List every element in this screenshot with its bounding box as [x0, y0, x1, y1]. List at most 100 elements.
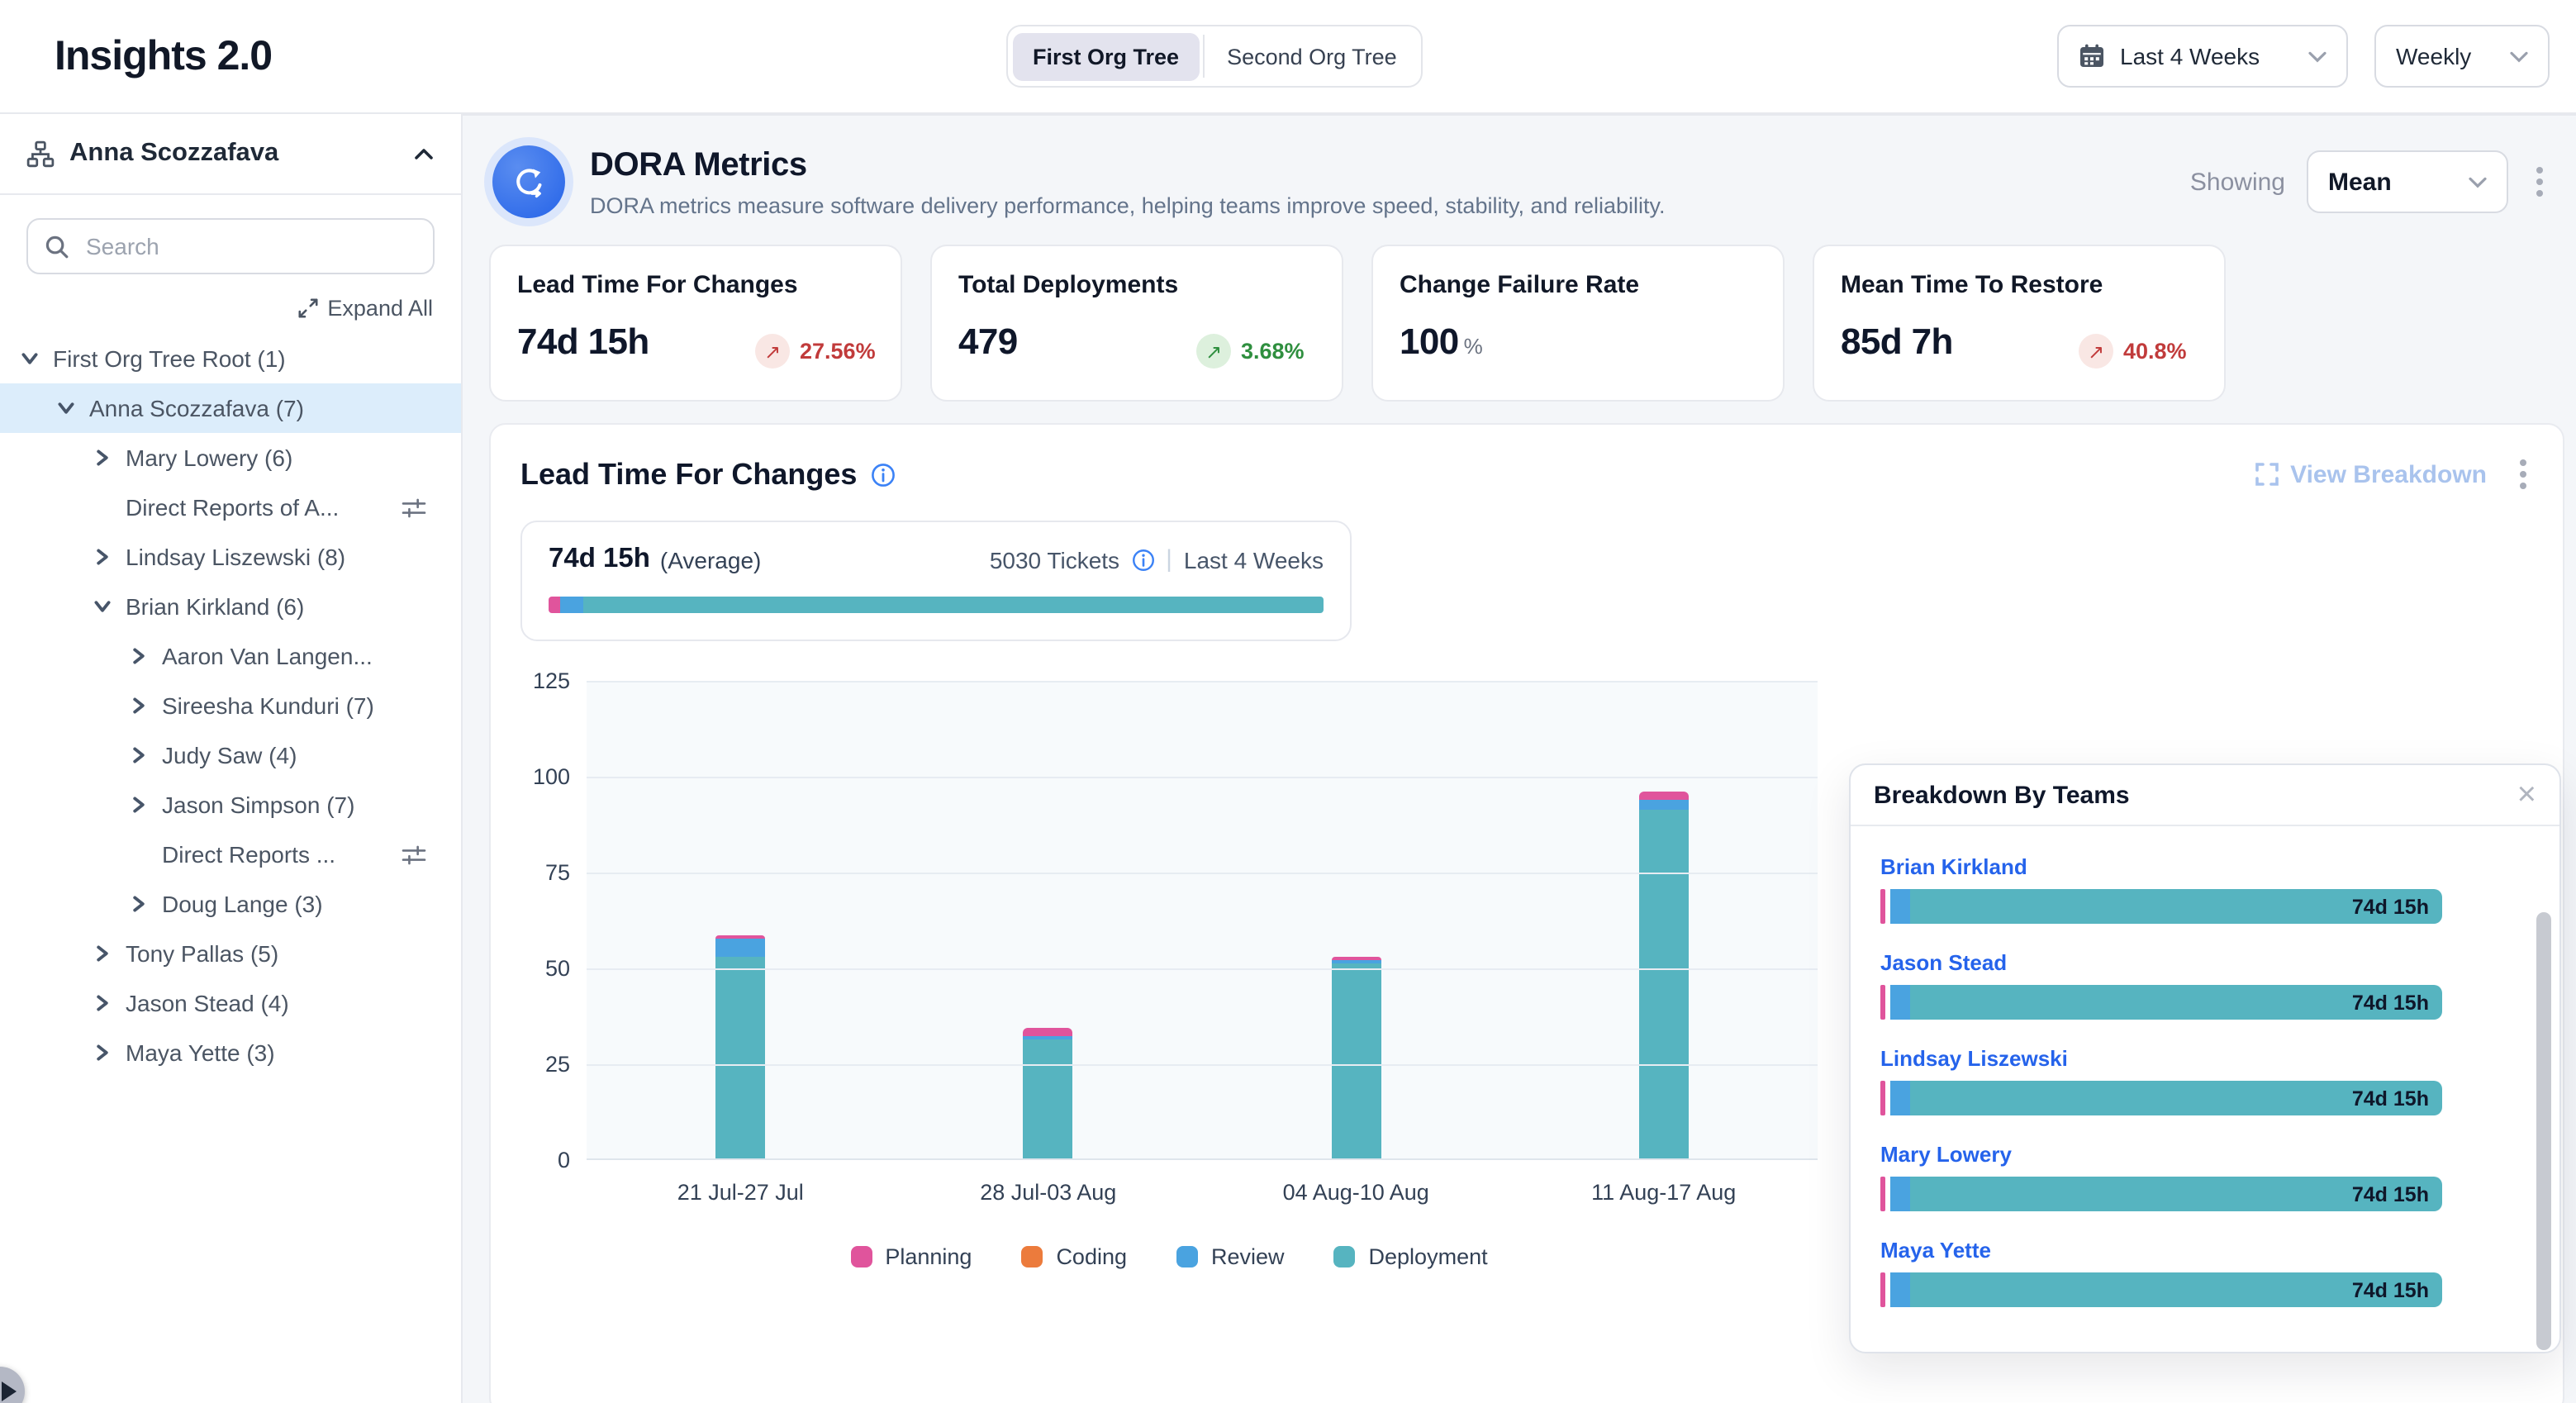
- toggle-second-org-tree[interactable]: Second Org Tree: [1207, 32, 1417, 80]
- tree-item[interactable]: Direct Reports of A...: [0, 483, 461, 532]
- sidebar-expand-handle[interactable]: [0, 1367, 25, 1403]
- y-tick-label: 100: [533, 764, 570, 789]
- chevron-right-icon[interactable]: [126, 692, 152, 719]
- team-value: 74d 15h: [2352, 991, 2429, 1014]
- team-value: 74d 15h: [2352, 1182, 2429, 1206]
- tickets-count: 5030 Tickets: [990, 546, 1119, 573]
- review-segment: [715, 939, 765, 957]
- filter-sliders-icon[interactable]: [402, 497, 426, 518]
- team-name-link[interactable]: Jason Stead: [1880, 950, 2530, 975]
- chevron-right-icon[interactable]: [89, 445, 116, 471]
- bar-1[interactable]: [587, 681, 895, 1158]
- deployment-segment: 74d 15h: [1910, 1177, 2442, 1211]
- legend-item: Coding: [1021, 1244, 1127, 1269]
- chevron-down-icon: [2308, 41, 2326, 71]
- tree-item[interactable]: Maya Yette (3): [0, 1028, 461, 1077]
- y-tick-label: 125: [533, 668, 570, 693]
- tree-item-label: Direct Reports of A...: [126, 494, 339, 521]
- chart-legend: Planning Coding Review Deployment: [520, 1244, 1818, 1269]
- chevron-right-icon[interactable]: [89, 940, 116, 967]
- chevron-right-icon[interactable]: [89, 990, 116, 1016]
- info-icon[interactable]: [1131, 548, 1154, 571]
- metric-cards: Lead Time For Changes 74d 15h ↗ 27.56% T…: [489, 245, 2550, 402]
- close-icon[interactable]: ×: [2517, 778, 2536, 811]
- team-name-link[interactable]: Maya Yette: [1880, 1238, 2530, 1263]
- tree-item[interactable]: Aaron Van Langen...: [0, 631, 461, 681]
- metric-title: Lead Time For Changes: [517, 271, 874, 299]
- date-range-select[interactable]: Last 4 Weeks: [2057, 25, 2348, 88]
- deployment-segment: [583, 597, 1324, 613]
- chevron-right-icon[interactable]: [126, 742, 152, 768]
- planning-segment: [1880, 985, 1885, 1020]
- tree-item[interactable]: Direct Reports ...: [0, 830, 461, 879]
- team-name-link[interactable]: Mary Lowery: [1880, 1142, 2530, 1167]
- granularity-select[interactable]: Weekly: [2374, 25, 2550, 88]
- tree-item-label: Aaron Van Langen...: [162, 643, 373, 669]
- chevron-down-icon: [2469, 167, 2487, 197]
- review-segment: [1639, 800, 1689, 810]
- chevron-right-icon[interactable]: [53, 395, 79, 421]
- bar-2[interactable]: [895, 681, 1203, 1158]
- legend-label: Deployment: [1369, 1244, 1488, 1269]
- y-tick-label: 25: [545, 1052, 570, 1077]
- showing-select[interactable]: Mean: [2307, 150, 2508, 213]
- tree-item-label: Judy Saw (4): [162, 742, 297, 768]
- bars-container: [587, 681, 1818, 1158]
- planning-segment: [1024, 1027, 1073, 1037]
- legend-label: Planning: [885, 1244, 972, 1269]
- top-right-controls: Last 4 Weeks Weekly: [2057, 25, 2550, 88]
- average-suffix: (Average): [660, 546, 761, 573]
- tree-item[interactable]: Judy Saw (4): [0, 730, 461, 780]
- legend-label: Review: [1211, 1244, 1285, 1269]
- tree-item[interactable]: Jason Simpson (7): [0, 780, 461, 830]
- tree-item[interactable]: Jason Stead (4): [0, 978, 461, 1028]
- toggle-first-org-tree[interactable]: First Org Tree: [1013, 32, 1199, 80]
- view-breakdown-button[interactable]: View Breakdown: [2255, 460, 2487, 488]
- tree-item[interactable]: Sireesha Kunduri (7): [0, 681, 461, 730]
- chevron-right-icon[interactable]: [89, 593, 116, 620]
- tree-item[interactable]: Doug Lange (3): [0, 879, 461, 929]
- search-input[interactable]: [83, 231, 416, 261]
- triangle-right-icon: [1, 1382, 16, 1401]
- chevron-right-icon[interactable]: [126, 643, 152, 669]
- tree-item[interactable]: Brian Kirkland (6): [0, 582, 461, 631]
- metric-card-mean-time-to-restore: Mean Time To Restore 85d 7h ↗ 40.8%: [1813, 245, 2226, 402]
- metric-title: Change Failure Rate: [1400, 271, 1756, 299]
- team-row: Lindsay Liszewski 74d 15h: [1880, 1046, 2530, 1115]
- deployment-segment: [1024, 1039, 1073, 1158]
- review-segment: [560, 597, 583, 613]
- team-lead-time-bar: 74d 15h: [1880, 889, 2442, 924]
- average-summary-box: 74d 15h (Average) 5030 Tickets | Last 4 …: [520, 521, 1352, 641]
- sidebar: Anna Scozzafava Expand All: [0, 114, 463, 1403]
- team-name-link[interactable]: Lindsay Liszewski: [1880, 1046, 2530, 1071]
- tree-item[interactable]: Anna Scozzafava (7): [0, 383, 461, 433]
- filter-sliders-icon[interactable]: [402, 844, 426, 865]
- y-tick-label: 0: [558, 1148, 570, 1172]
- scrollbar-thumb[interactable]: [2536, 912, 2551, 1350]
- team-name-link[interactable]: Brian Kirkland: [1880, 854, 2530, 879]
- tree-item[interactable]: Tony Pallas (5): [0, 929, 461, 978]
- tree-item[interactable]: Lindsay Liszewski (8): [0, 532, 461, 582]
- chevron-right-icon[interactable]: [89, 544, 116, 570]
- chevron-right-icon[interactable]: [17, 345, 43, 372]
- tree-item[interactable]: First Org Tree Root (1): [0, 334, 461, 383]
- chevron-right-icon[interactable]: [126, 792, 152, 818]
- date-range-value: Last 4 Weeks: [2120, 43, 2260, 69]
- team-lead-time-bar: 74d 15h: [1880, 1081, 2442, 1115]
- chart-more-menu[interactable]: [2513, 453, 2533, 496]
- sidebar-header: Anna Scozzafava: [0, 114, 461, 195]
- chevron-right-icon[interactable]: [89, 1039, 116, 1066]
- bar-3[interactable]: [1202, 681, 1510, 1158]
- legend-swatch: [1021, 1246, 1043, 1267]
- chevron-right-icon[interactable]: [126, 891, 152, 917]
- legend-label: Coding: [1056, 1244, 1127, 1269]
- dora-more-menu[interactable]: [2530, 160, 2550, 203]
- info-icon[interactable]: [870, 462, 895, 487]
- tree-item[interactable]: Mary Lowery (6): [0, 433, 461, 483]
- metric-card-change-failure-rate: Change Failure Rate 100%: [1371, 245, 1785, 402]
- chevron-up-icon[interactable]: [413, 146, 435, 161]
- dora-header: DORA Metrics DORA metrics measure softwa…: [492, 145, 2550, 218]
- expand-all-button[interactable]: Expand All: [28, 296, 433, 321]
- team-row: Jason Stead 74d 15h: [1880, 950, 2530, 1020]
- bar-4[interactable]: [1510, 681, 1818, 1158]
